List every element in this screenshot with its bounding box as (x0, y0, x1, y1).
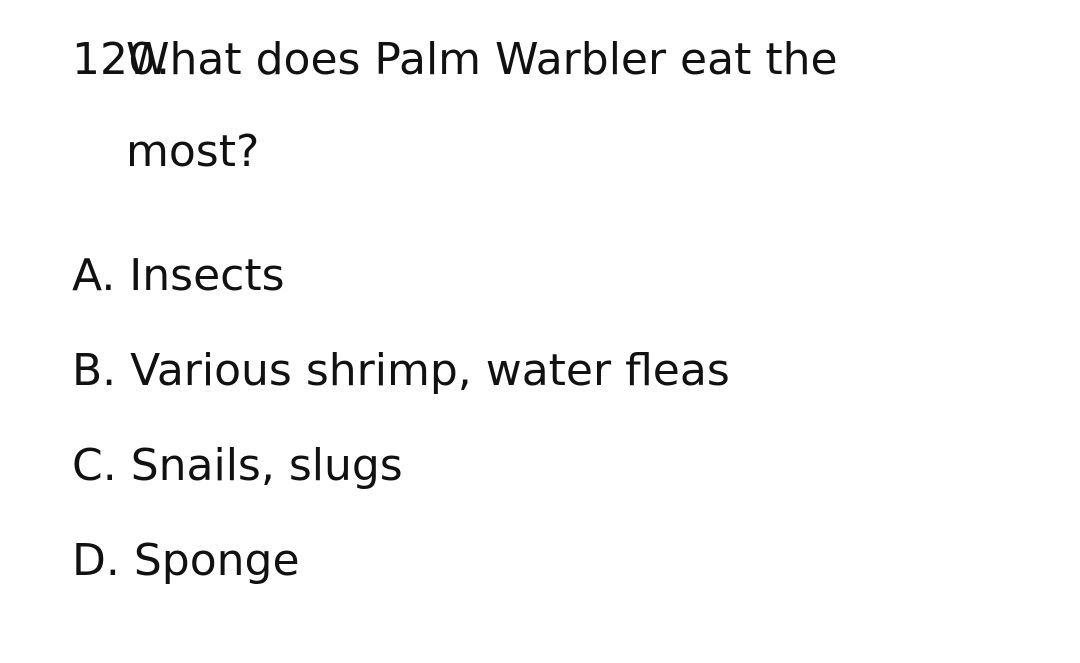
option-d[interactable]: D. Sponge (72, 533, 730, 628)
option-b[interactable]: B. Various shrimp, water fleas (72, 343, 730, 438)
option-c[interactable]: C. Snails, slugs (72, 438, 730, 533)
question-text: What does Palm Warbler eat the most? (126, 34, 838, 177)
option-a[interactable]: A. Insects (72, 248, 730, 343)
answer-options: A. Insects B. Various shrimp, water flea… (72, 248, 730, 628)
